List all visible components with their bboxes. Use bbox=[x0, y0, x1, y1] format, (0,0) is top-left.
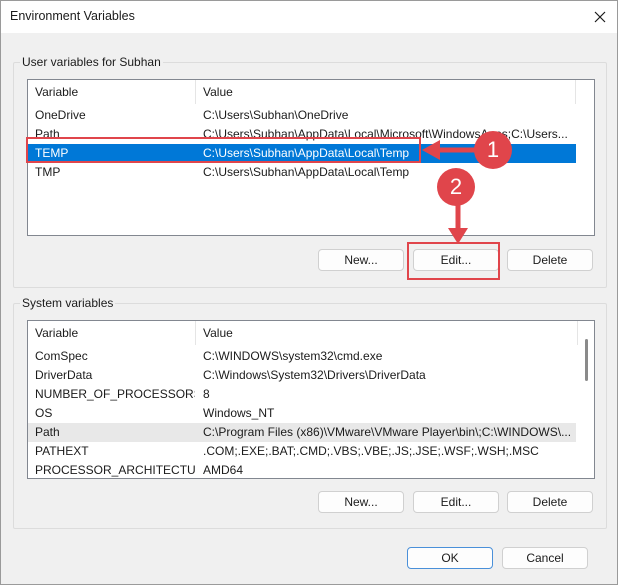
variable-value: Windows_NT bbox=[203, 406, 275, 420]
cancel-button[interactable]: Cancel bbox=[502, 547, 588, 569]
variable-name: NUMBER_OF_PROCESSORS bbox=[35, 387, 195, 401]
user-list-header: Variable Value bbox=[28, 80, 594, 104]
column-header-variable[interactable]: Variable bbox=[28, 80, 196, 104]
variable-value: C:\Program Files (x86)\VMware\VMware Pla… bbox=[203, 425, 572, 439]
system-delete-button[interactable]: Delete bbox=[507, 491, 593, 513]
variable-name: OS bbox=[35, 406, 53, 420]
column-header-value[interactable]: Value bbox=[196, 80, 576, 104]
list-item[interactable]: OneDrive C:\Users\Subhan\OneDrive bbox=[28, 106, 576, 125]
edit-button-highlight bbox=[407, 242, 500, 280]
variable-name: ComSpec bbox=[35, 349, 88, 363]
column-header-value[interactable]: Value bbox=[196, 321, 578, 345]
list-item[interactable]: OS Windows_NT bbox=[28, 404, 576, 423]
temp-row-highlight bbox=[26, 137, 421, 163]
variable-name: PROCESSOR_ARCHITECTURE bbox=[35, 463, 195, 477]
system-new-button[interactable]: New... bbox=[318, 491, 404, 513]
variable-value: .COM;.EXE;.BAT;.CMD;.VBS;.VBE;.JS;.JSE;.… bbox=[203, 444, 539, 458]
variable-name: TMP bbox=[35, 165, 61, 179]
list-item[interactable]: NUMBER_OF_PROCESSORS 8 bbox=[28, 385, 576, 404]
variable-value: C:\Users\Subhan\OneDrive bbox=[203, 108, 349, 122]
list-item[interactable]: Path C:\Program Files (x86)\VMware\VMwar… bbox=[28, 423, 576, 442]
vertical-scrollbar[interactable] bbox=[579, 321, 594, 478]
title-bar: Environment Variables bbox=[1, 1, 617, 33]
column-header-variable[interactable]: Variable bbox=[28, 321, 196, 345]
variable-name: PATHEXT bbox=[35, 444, 89, 458]
arrow-annotation-1 bbox=[422, 140, 478, 160]
user-variables-label: User variables for Subhan bbox=[20, 55, 163, 69]
variable-name: Path bbox=[35, 425, 60, 439]
environment-variables-dialog: Environment Variables User variables for… bbox=[0, 0, 618, 585]
system-variables-list[interactable]: Variable Value ComSpec C:\WINDOWS\system… bbox=[27, 320, 595, 479]
close-button[interactable] bbox=[583, 1, 617, 33]
window-title: Environment Variables bbox=[10, 9, 135, 23]
step-1-badge: 1 bbox=[474, 131, 512, 169]
ok-button[interactable]: OK bbox=[407, 547, 493, 569]
step-2-badge: 2 bbox=[437, 168, 475, 206]
close-icon bbox=[594, 11, 606, 23]
system-variables-label: System variables bbox=[20, 296, 116, 310]
variable-value: C:\WINDOWS\system32\cmd.exe bbox=[203, 349, 383, 363]
list-item[interactable]: PATHEXT .COM;.EXE;.BAT;.CMD;.VBS;.VBE;.J… bbox=[28, 442, 576, 461]
scrollbar-thumb[interactable] bbox=[585, 339, 588, 381]
variable-value: AMD64 bbox=[203, 463, 244, 477]
list-item[interactable]: ComSpec C:\WINDOWS\system32\cmd.exe bbox=[28, 347, 576, 366]
variable-value: C:\Windows\System32\Drivers\DriverData bbox=[203, 368, 426, 382]
user-delete-button[interactable]: Delete bbox=[507, 249, 593, 271]
variable-name: OneDrive bbox=[35, 108, 86, 122]
variable-value: 8 bbox=[203, 387, 210, 401]
user-new-button[interactable]: New... bbox=[318, 249, 404, 271]
list-item[interactable]: DriverData C:\Windows\System32\Drivers\D… bbox=[28, 366, 576, 385]
system-edit-button[interactable]: Edit... bbox=[413, 491, 499, 513]
variable-name: DriverData bbox=[35, 368, 93, 382]
arrow-annotation-2 bbox=[448, 202, 468, 244]
variable-value: C:\Users\Subhan\AppData\Local\Temp bbox=[203, 165, 410, 179]
list-item[interactable]: PROCESSOR_ARCHITECTURE AMD64 bbox=[28, 461, 576, 478]
system-list-header: Variable Value bbox=[28, 321, 594, 345]
